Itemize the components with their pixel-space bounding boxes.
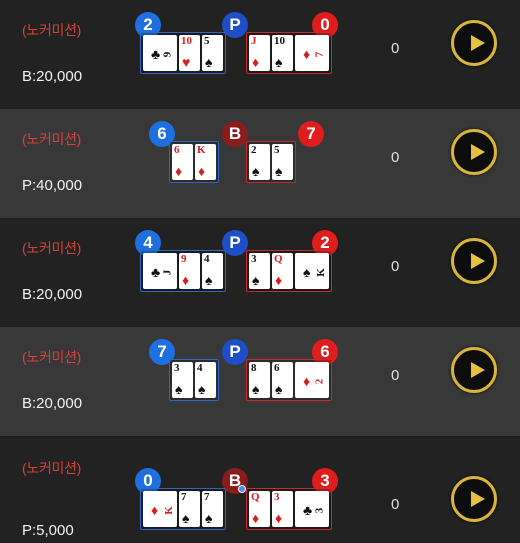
history-row: (노커미션) P:5,000 0 B 3 K ♦ 7 ♠ 7 ♠ Q ♦ 3 ♦ 3 ♣ 0 xyxy=(0,438,520,543)
card: 3 ♦ xyxy=(272,491,293,527)
card: 3 ♣ xyxy=(295,491,329,527)
card: 5 ♠ xyxy=(272,144,293,180)
no-commission-label: (노커미션) xyxy=(22,131,82,147)
banker-score-badge: 7 xyxy=(298,121,324,147)
card: 7 ♠ xyxy=(202,491,223,527)
win-amount: 0 xyxy=(391,367,400,384)
bet-amount: P:40,000 xyxy=(22,177,83,194)
win-amount: 0 xyxy=(391,496,400,513)
card: J ♣ xyxy=(143,253,177,289)
player-hand: 9 ♣ 10 ♥ 5 ♠ xyxy=(140,32,226,74)
no-commission-label: (노커미션) xyxy=(22,349,82,365)
card: 2 ♦ xyxy=(295,362,329,398)
win-amount: 0 xyxy=(391,258,400,275)
card: 9 ♣ xyxy=(143,35,177,71)
banker-hand: J ♦ 10 ♠ 7 ♦ xyxy=(246,32,332,74)
bet-amount: B:20,000 xyxy=(22,68,83,85)
banker-hand: 2 ♠ 5 ♠ xyxy=(246,141,296,183)
card: 6 ♠ xyxy=(272,362,293,398)
card: 2 ♠ xyxy=(249,144,270,180)
player-hand: K ♦ 7 ♠ 7 ♠ xyxy=(140,488,226,530)
bet-amount: B:20,000 xyxy=(22,395,83,412)
card: Q ♦ xyxy=(272,253,293,289)
card: 8 ♠ xyxy=(249,362,270,398)
player-hand: J ♣ 9 ♦ 4 ♠ xyxy=(140,250,226,292)
card: J ♦ xyxy=(249,35,270,71)
play-icon[interactable] xyxy=(451,347,497,393)
card: 9 ♦ xyxy=(179,253,200,289)
card: 7 ♠ xyxy=(179,491,200,527)
card: 4 ♠ xyxy=(202,253,223,289)
player-hand: 6 ♦ K ♦ xyxy=(169,141,219,183)
play-icon[interactable] xyxy=(451,129,497,175)
history-row: (노커미션) B:20,000 7 P 6 3 ♠ 4 ♠ 8 ♠ 6 ♠ 2 ♦ 0 xyxy=(0,327,520,436)
result-badge: P xyxy=(222,339,248,365)
no-commission-label: (노커미션) xyxy=(22,240,82,256)
banker-hand: 3 ♠ Q ♦ K ♠ xyxy=(246,250,332,292)
no-commission-label: (노커미션) xyxy=(22,460,82,476)
card: 5 ♠ xyxy=(202,35,223,71)
cursor-dot-icon xyxy=(238,485,246,493)
no-commission-label: (노커미션) xyxy=(22,22,82,38)
result-badge: B xyxy=(222,121,248,147)
card: 3 ♠ xyxy=(172,362,193,398)
card: 6 ♦ xyxy=(172,144,193,180)
card: 10 ♥ xyxy=(179,35,200,71)
history-row: (노커미션) P:40,000 6 B 7 6 ♦ K ♦ 2 ♠ 5 ♠ 0 xyxy=(0,109,520,218)
play-icon[interactable] xyxy=(451,238,497,284)
card: 7 ♦ xyxy=(295,35,329,71)
card: 3 ♠ xyxy=(249,253,270,289)
game-history-list: (노커미션) B:20,000 2 P 0 9 ♣ 10 ♥ 5 ♠ J ♦ 10 ♠ 7… xyxy=(0,0,520,543)
card: K ♦ xyxy=(195,144,216,180)
player-hand: 3 ♠ 4 ♠ xyxy=(169,359,219,401)
bet-amount: P:5,000 xyxy=(22,522,74,539)
play-icon[interactable] xyxy=(451,20,497,66)
play-icon[interactable] xyxy=(451,476,497,522)
bet-amount: B:20,000 xyxy=(22,286,83,303)
card: 10 ♠ xyxy=(272,35,293,71)
history-row: (노커미션) B:20,000 2 P 0 9 ♣ 10 ♥ 5 ♠ J ♦ 10 ♠ 7… xyxy=(0,0,520,109)
banker-hand: Q ♦ 3 ♦ 3 ♣ xyxy=(246,488,332,530)
win-amount: 0 xyxy=(391,149,400,166)
banker-hand: 8 ♠ 6 ♠ 2 ♦ xyxy=(246,359,332,401)
card: Q ♦ xyxy=(249,491,270,527)
win-amount: 0 xyxy=(391,40,400,57)
card: K ♠ xyxy=(295,253,329,289)
card: K ♦ xyxy=(143,491,177,527)
history-row: (노커미션) B:20,000 4 P 2 J ♣ 9 ♦ 4 ♠ 3 ♠ Q ♦ K ♠ … xyxy=(0,218,520,327)
card: 4 ♠ xyxy=(195,362,216,398)
